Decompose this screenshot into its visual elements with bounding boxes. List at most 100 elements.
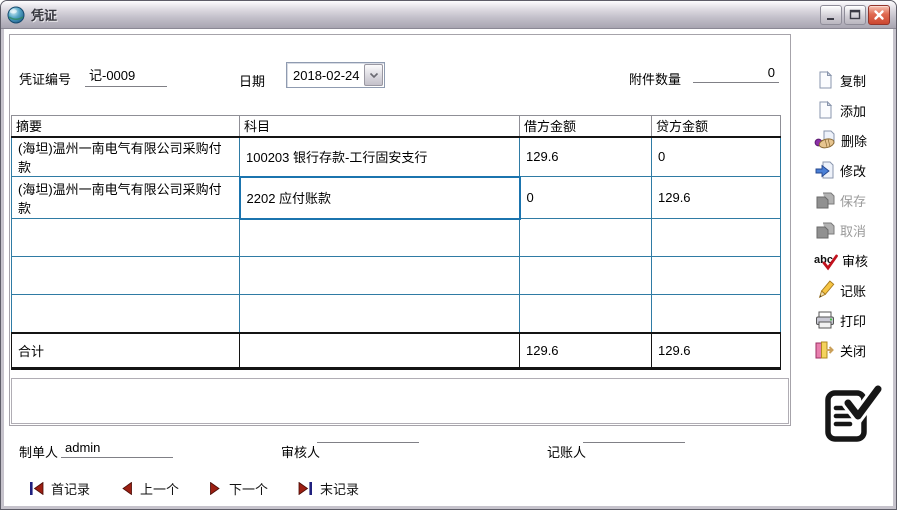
cell-subject[interactable] [240, 295, 520, 333]
voucher-table: 摘要 科目 借方金额 贷方金额 (海坦)温州一南电气有限公司采购付款 10020… [11, 115, 781, 370]
col-header-subject: 科目 [240, 116, 520, 137]
last-record-button[interactable]: 末记录 [298, 479, 359, 498]
creator-label: 制单人 [19, 442, 58, 461]
nav-label: 上一个 [140, 479, 179, 498]
delete-button[interactable]: 删除 [814, 125, 894, 155]
sidebar-label: 删除 [841, 131, 867, 150]
maximize-icon [848, 8, 862, 22]
cell-credit[interactable] [652, 257, 781, 295]
copy-page-icon [814, 69, 836, 91]
delete-hand-icon [814, 129, 837, 151]
table-header-row: 摘要 科目 借方金额 贷方金额 [12, 116, 781, 137]
table-row: (海坦)温州一南电气有限公司采购付款 2202 应付账款 0 129.6 [12, 177, 781, 219]
cell-debit[interactable]: 0 [520, 177, 652, 219]
col-header-credit: 贷方金额 [652, 116, 781, 137]
total-debit: 129.6 [520, 333, 652, 369]
close-button[interactable] [868, 5, 890, 25]
abc-check-icon: abc [814, 249, 838, 271]
sidebar-label: 打印 [840, 311, 866, 330]
audit-button[interactable]: abc 审核 [814, 245, 894, 275]
cell-debit[interactable] [520, 295, 652, 333]
notes-area [11, 378, 789, 424]
creator-field[interactable]: admin [61, 440, 173, 458]
record-button[interactable]: 记账 [814, 275, 894, 305]
bookkeeper-field[interactable] [583, 440, 685, 443]
cell-subject-selected[interactable]: 2202 应付账款 [240, 177, 520, 219]
voucher-window: 凭证 凭证编号 记-0009 日期 2018-02-24 附件数量 0 摘要 [0, 0, 897, 510]
total-credit: 129.6 [652, 333, 781, 369]
next-record-icon [209, 482, 222, 495]
previous-record-button[interactable]: 上一个 [120, 479, 179, 498]
print-button[interactable]: 打印 [814, 305, 894, 335]
cell-summary[interactable]: (海坦)温州一南电气有限公司采购付款 [12, 177, 240, 219]
voucher-no-field[interactable]: 记-0009 [85, 65, 167, 87]
col-header-summary: 摘要 [12, 116, 240, 137]
voucher-logo-icon [816, 381, 886, 458]
add-button[interactable]: 添加 [814, 95, 894, 125]
copy-button[interactable]: 复制 [814, 65, 894, 95]
total-subject-empty [240, 333, 520, 369]
last-record-icon [298, 482, 313, 495]
nav-label: 首记录 [51, 479, 90, 498]
col-header-debit: 借方金额 [520, 116, 652, 137]
total-row: 合计 129.6 129.6 [12, 333, 781, 369]
cancel-button[interactable]: 取消 [814, 215, 894, 245]
cell-credit[interactable] [652, 295, 781, 333]
add-page-icon [814, 99, 836, 121]
sidebar-label: 审核 [842, 251, 868, 270]
cell-summary[interactable] [12, 295, 240, 333]
date-dropdown-button[interactable] [364, 64, 383, 86]
printer-icon [814, 309, 836, 331]
total-label: 合计 [12, 333, 240, 369]
table-row: (海坦)温州一南电气有限公司采购付款 100203 银行存款-工行固安支行 12… [12, 137, 781, 177]
attachments-count-field[interactable]: 0 [693, 65, 779, 83]
sidebar-label: 修改 [840, 161, 866, 180]
cell-debit[interactable]: 129.6 [520, 137, 652, 177]
save-button[interactable]: 保存 [814, 185, 894, 215]
table-row [12, 257, 781, 295]
cell-debit[interactable] [520, 219, 652, 257]
attachments-label: 附件数量 [629, 69, 681, 88]
cell-summary[interactable]: (海坦)温州一南电气有限公司采购付款 [12, 137, 240, 177]
date-label: 日期 [239, 71, 265, 90]
pencil-icon [814, 279, 836, 301]
cell-summary[interactable] [12, 219, 240, 257]
cell-debit[interactable] [520, 257, 652, 295]
first-record-button[interactable]: 首记录 [29, 479, 90, 498]
modify-button[interactable]: 修改 [814, 155, 894, 185]
previous-record-icon [120, 482, 133, 495]
reviewer-label: 审核人 [281, 442, 320, 461]
cell-credit[interactable]: 0 [652, 137, 781, 177]
reviewer-field[interactable] [317, 440, 419, 443]
window-title: 凭证 [31, 5, 57, 24]
minimize-icon [824, 8, 838, 22]
exit-books-icon [814, 339, 836, 361]
table-row [12, 219, 781, 257]
cell-subject[interactable] [240, 219, 520, 257]
date-select[interactable]: 2018-02-24 [286, 62, 385, 88]
minimize-button[interactable] [820, 5, 842, 25]
chevron-down-icon [369, 72, 379, 79]
nav-label: 末记录 [320, 479, 359, 498]
sidebar-label: 关闭 [840, 341, 866, 360]
action-sidebar: 复制 添加 删除 [814, 65, 894, 365]
sidebar-label: 记账 [840, 281, 866, 300]
cell-credit[interactable]: 129.6 [652, 177, 781, 219]
record-navigation: 首记录 上一个 下一个 末记录 [29, 479, 359, 498]
next-record-button[interactable]: 下一个 [209, 479, 268, 498]
sidebar-label: 添加 [840, 101, 866, 120]
maximize-button[interactable] [844, 5, 866, 25]
save-pages-icon [814, 189, 836, 211]
app-globe-icon [7, 6, 25, 24]
table-row [12, 295, 781, 333]
titlebar[interactable]: 凭证 [1, 1, 896, 29]
cell-subject[interactable]: 100203 银行存款-工行固安支行 [240, 137, 520, 177]
cell-credit[interactable] [652, 219, 781, 257]
sidebar-label: 保存 [840, 191, 866, 210]
date-value: 2018-02-24 [287, 68, 364, 83]
cell-subject[interactable] [240, 257, 520, 295]
cancel-pages-icon [814, 219, 836, 241]
bookkeeper-label: 记账人 [547, 442, 586, 461]
close-window-button[interactable]: 关闭 [814, 335, 894, 365]
cell-summary[interactable] [12, 257, 240, 295]
